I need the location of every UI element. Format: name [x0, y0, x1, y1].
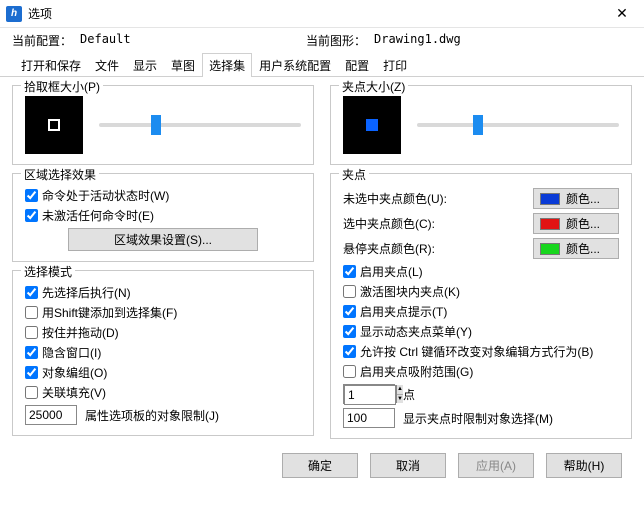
cancel-button[interactable]: 取消	[370, 453, 446, 478]
close-button[interactable]: ✕	[600, 0, 644, 28]
check-grip-tips[interactable]: 启用夹点提示(T)	[343, 303, 619, 320]
grip-preview	[343, 96, 401, 154]
region-effect-title: 区域选择效果	[21, 166, 99, 183]
unselected-grip-color-label: 未选中夹点颜色(U):	[343, 190, 523, 207]
apply-button[interactable]: 应用(A)	[458, 453, 534, 478]
select-mode-title: 选择模式	[21, 263, 75, 280]
grip-size-slider[interactable]	[417, 115, 619, 135]
grip-snap-unit-label: 点	[403, 386, 415, 403]
grip-object-limit-input[interactable]	[343, 408, 395, 428]
check-enable-grips[interactable]: 启用夹点(L)	[343, 263, 619, 280]
tab-1[interactable]: 文件	[88, 53, 126, 77]
check-shift-add[interactable]: 用Shift键添加到选择集(F)	[25, 304, 301, 321]
grip-object-limit-label: 显示夹点时限制对象选择(M)	[403, 410, 553, 427]
tab-4[interactable]: 选择集	[202, 53, 252, 77]
check-press-drag[interactable]: 按住并拖动(D)	[25, 324, 301, 341]
check-implied-window[interactable]: 隐含窗口(I)	[25, 344, 301, 361]
check-when-active[interactable]: 命令处于活动状态时(W)	[25, 187, 301, 204]
current-config-label: 当前配置：	[12, 32, 72, 49]
ok-button[interactable]: 确定	[282, 453, 358, 478]
region-effect-settings-button[interactable]: 区域效果设置(S)...	[68, 228, 258, 251]
check-grip-snap-range[interactable]: 启用夹点吸附范围(G)	[343, 363, 619, 380]
check-preselect[interactable]: 先选择后执行(N)	[25, 284, 301, 301]
current-drawing-value: Drawing1.dwg	[374, 32, 544, 49]
check-assoc-hatch[interactable]: 关联填充(V)	[25, 384, 301, 401]
grip-snap-range-spinner[interactable]: ▲▼	[343, 384, 395, 404]
swatch-icon	[540, 193, 560, 205]
check-ctrl-cycle[interactable]: 允许按 Ctrl 键循环改变对象编辑方式行为(B)	[343, 343, 619, 360]
pickbox-size-title: 拾取框大小(P)	[21, 78, 103, 95]
tab-5[interactable]: 用户系统配置	[252, 53, 338, 77]
check-grips-in-blocks[interactable]: 激活图块内夹点(K)	[343, 283, 619, 300]
tab-0[interactable]: 打开和保存	[14, 53, 88, 77]
check-when-inactive[interactable]: 未激活任何命令时(E)	[25, 207, 301, 224]
grip-square-icon	[366, 119, 378, 131]
tab-3[interactable]: 草图	[164, 53, 202, 77]
tab-7[interactable]: 打印	[376, 53, 414, 77]
window-title: 选项	[28, 5, 600, 22]
check-dynamic-grip-menu[interactable]: 显示动态夹点菜单(Y)	[343, 323, 619, 340]
palette-object-limit-input[interactable]	[25, 405, 77, 425]
palette-object-limit-label: 属性选项板的对象限制(J)	[85, 407, 219, 424]
current-config-value: Default	[80, 32, 250, 49]
swatch-icon	[540, 243, 560, 255]
unselected-grip-color-button[interactable]: 颜色...	[533, 188, 619, 209]
app-icon: h	[6, 6, 22, 22]
pickbox-size-slider[interactable]	[99, 115, 301, 135]
hover-grip-color-button[interactable]: 颜色...	[533, 238, 619, 259]
hover-grip-color-label: 悬停夹点颜色(R):	[343, 240, 523, 257]
check-object-group[interactable]: 对象编组(O)	[25, 364, 301, 381]
grips-group-title: 夹点	[339, 166, 369, 183]
current-drawing-label: 当前图形：	[306, 32, 366, 49]
help-button[interactable]: 帮助(H)	[546, 453, 622, 478]
selected-grip-color-button[interactable]: 颜色...	[533, 213, 619, 234]
selected-grip-color-label: 选中夹点颜色(C):	[343, 215, 523, 232]
tab-6[interactable]: 配置	[338, 53, 376, 77]
tab-2[interactable]: 显示	[126, 53, 164, 77]
grip-size-title: 夹点大小(Z)	[339, 78, 408, 95]
pickbox-square-icon	[48, 119, 60, 131]
pickbox-preview	[25, 96, 83, 154]
swatch-icon	[540, 218, 560, 230]
